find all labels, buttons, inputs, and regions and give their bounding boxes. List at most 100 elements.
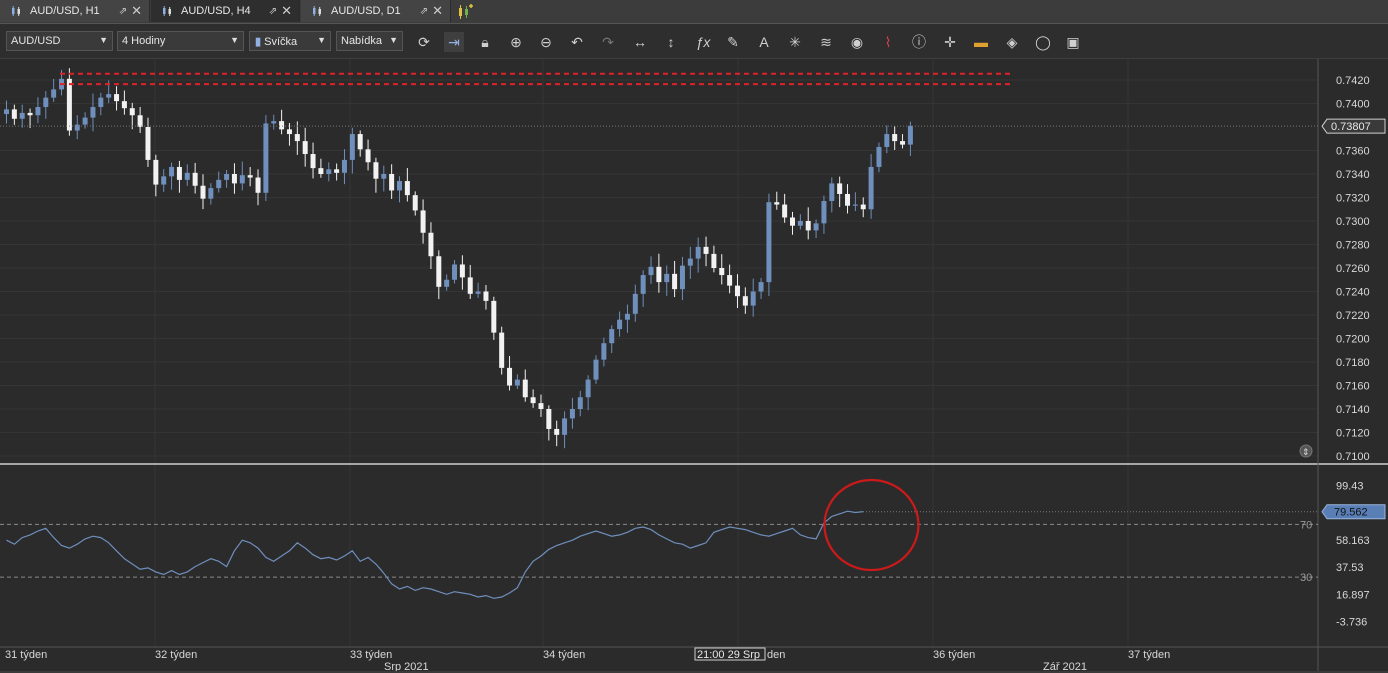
close-icon[interactable]: ✕ — [432, 3, 443, 19]
candle-body — [153, 159, 159, 185]
fx-indicator-icon[interactable]: ƒx — [693, 32, 713, 52]
candle-body — [624, 313, 630, 320]
candle-body — [617, 319, 623, 330]
candle-body — [656, 266, 662, 283]
candle-body — [114, 94, 120, 102]
popout-icon[interactable]: ⇗ — [420, 6, 428, 17]
candle-body — [782, 204, 788, 218]
candle-body — [507, 367, 513, 386]
candle-body — [554, 428, 560, 435]
rsi-tick-label: 99.43 — [1336, 481, 1364, 493]
candle-body — [742, 296, 748, 306]
horizontal-resize-icon[interactable]: ↔ — [630, 32, 650, 52]
zoom-in-icon[interactable]: ⊕ — [506, 32, 526, 52]
candle-body — [821, 201, 827, 224]
rsi-tick-label: 58.163 — [1336, 535, 1370, 547]
pattern-icon[interactable]: ✳ — [785, 32, 805, 52]
chart-type-select[interactable]: ▮ Svíčka ▼ — [249, 31, 331, 51]
candle-body — [774, 202, 780, 205]
candle-body — [569, 409, 575, 419]
price-side-select[interactable]: Nabídka ▼ — [336, 31, 403, 51]
pencil-icon[interactable]: ✎ — [723, 32, 743, 52]
candle-body — [475, 291, 481, 294]
candle-body — [436, 256, 442, 287]
save-icon[interactable]: ▣ — [1063, 32, 1083, 52]
layers-icon[interactable]: ≋ — [816, 32, 836, 52]
cycle-icon[interactable]: ◯ — [1033, 32, 1053, 52]
candle-body — [216, 179, 222, 189]
candle-body — [829, 183, 835, 202]
candle-body — [365, 149, 371, 163]
popout-icon[interactable]: ⇗ — [119, 6, 127, 17]
candle-body — [169, 166, 175, 177]
crosshair-time-label: 21:00 29 Srp — [697, 649, 760, 661]
alert-chart-icon[interactable]: ⌇ — [878, 32, 898, 52]
candle-body — [137, 115, 143, 127]
symbol-select[interactable]: AUD/USD ▼ — [6, 31, 113, 51]
candle-body — [797, 221, 803, 226]
text-tool-icon[interactable]: A — [754, 32, 774, 52]
candle-body — [208, 188, 214, 199]
candle-body — [632, 293, 638, 314]
price-tick-label: 0.7200 — [1336, 334, 1370, 346]
candle-body — [585, 379, 591, 398]
candle-body — [609, 329, 615, 344]
price-tick-label: 0.7180 — [1336, 357, 1370, 369]
refresh-icon[interactable]: ⟳ — [414, 32, 434, 52]
scale-arrows-icon: ⇕ — [1302, 447, 1310, 457]
chevron-down-icon: ▼ — [317, 35, 326, 45]
close-icon[interactable]: ✕ — [131, 3, 142, 19]
candle-body — [758, 282, 764, 292]
candle-body — [499, 332, 505, 368]
chart-toolbar: AUD/USD ▼ 4 Hodiny ▼ ▮ Svíčka ▼ Nabídka … — [0, 24, 1388, 59]
candle-body — [286, 129, 292, 135]
timeframe-select[interactable]: 4 Hodiny ▼ — [117, 31, 244, 51]
candle-body — [679, 265, 685, 290]
tab-aud-usd-h4[interactable]: AUD/USD, H4 ⇗ ✕ — [151, 0, 300, 22]
ruler-icon[interactable]: ▬ — [971, 32, 991, 52]
fill-icon[interactable]: ◈ — [1002, 32, 1022, 52]
redo-icon[interactable]: ↷ — [598, 32, 618, 52]
vertical-resize-icon[interactable]: ↕ — [661, 32, 681, 52]
candle-body — [719, 268, 725, 276]
zoom-out-icon[interactable]: ⊖ — [536, 32, 556, 52]
candle-body — [176, 166, 182, 180]
scroll-to-end-icon[interactable]: ⇥ — [444, 32, 464, 52]
candle-body — [884, 134, 890, 147]
add-chart-icon[interactable] — [456, 2, 474, 20]
candle-body — [530, 397, 536, 404]
chart-type-value: Svíčka — [264, 36, 298, 48]
candle-body — [892, 134, 898, 142]
candle-body — [514, 379, 520, 386]
chart-area[interactable]: 70 30 0.7420 0.7400 0.7360 0.7340 0.7320 0.730… — [0, 59, 1388, 671]
eye-icon[interactable]: ◉ — [847, 32, 867, 52]
candle-body — [593, 359, 599, 380]
candle-body — [727, 275, 733, 286]
tab-aud-usd-d1[interactable]: AUD/USD, D1 ⇗ ✕ — [301, 0, 451, 22]
candle-body — [845, 193, 851, 206]
candle-body — [601, 343, 607, 360]
candle-body — [444, 279, 450, 287]
candle-body — [695, 246, 701, 259]
week-tick-label: 31 týden — [5, 649, 47, 661]
info-icon[interactable]: ⓘ — [909, 32, 929, 52]
price-side-value: Nabídka — [341, 35, 382, 47]
candle-body — [121, 101, 127, 109]
candle-body — [790, 217, 795, 226]
popout-icon[interactable]: ⇗ — [269, 6, 277, 17]
candle-body — [310, 154, 316, 169]
lock-icon[interactable]: 🔒︎ — [475, 32, 495, 52]
candle-body — [224, 174, 230, 180]
close-icon[interactable]: ✕ — [281, 3, 292, 19]
tab-aud-usd-h1[interactable]: AUD/USD, H1 ⇗ ✕ — [0, 0, 150, 22]
candle-body — [734, 285, 740, 297]
undo-icon[interactable]: ↶ — [567, 32, 587, 52]
crosshair-icon[interactable]: ✛ — [940, 32, 960, 52]
candle-body — [404, 181, 410, 196]
candle-body — [192, 172, 198, 186]
chevron-down-icon: ▼ — [230, 35, 239, 45]
month-label: Zář 2021 — [1043, 661, 1087, 671]
candle-body — [318, 168, 324, 174]
candle-body — [35, 107, 41, 116]
symbol-value: AUD/USD — [11, 35, 61, 47]
